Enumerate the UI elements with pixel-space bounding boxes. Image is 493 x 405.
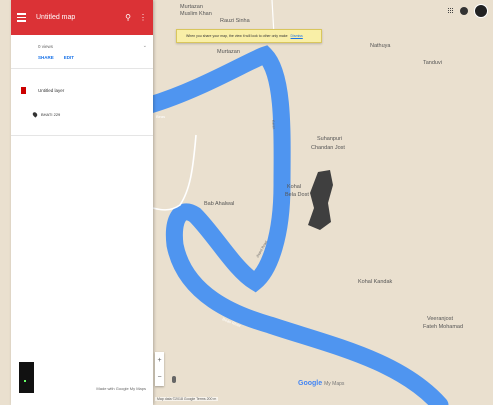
zoom-in-button[interactable]: + — [157, 357, 161, 364]
view-count: 0 views ⌄ — [11, 35, 153, 49]
layer-row[interactable]: Untitled layer — [11, 69, 153, 94]
label-suhanpuri: Suhanpuri — [317, 136, 342, 142]
credit-text[interactable]: Made with Google My Maps — [96, 386, 146, 391]
zoom-control: + − — [155, 352, 164, 386]
side-panel: Untitled map ⚲ ⋮ 0 views ⌄ SHARE EDIT Un… — [11, 0, 153, 405]
share-notice: When you share your map, the view it wil… — [176, 29, 322, 43]
google-logo: Google My Maps — [298, 380, 344, 387]
more-vert-icon[interactable]: ⋮ — [139, 13, 147, 22]
panel-actions: SHARE EDIT — [11, 49, 153, 60]
label-kohal-kandak: Kohal Kandak — [358, 279, 392, 285]
label-tanduvi: Tanduvi — [423, 60, 442, 66]
label-bela-dost: Bela Dost — [285, 192, 309, 198]
panel-header: Untitled map ⚲ ⋮ — [11, 0, 153, 35]
notice-text: When you share your map, the view it wil… — [186, 34, 288, 38]
layer-title[interactable]: Untitled layer — [38, 88, 64, 93]
chevron-down-icon[interactable]: ⌄ — [143, 43, 147, 49]
label-murtazan-top: Murtazan — [180, 4, 203, 10]
bell-icon[interactable] — [460, 7, 468, 15]
pegman-icon[interactable] — [172, 376, 176, 383]
place-item[interactable]: BHATI 229 — [11, 94, 153, 118]
my-maps-text: My Maps — [324, 381, 345, 387]
top-right-controls — [448, 4, 488, 18]
hamburger-icon[interactable] — [17, 13, 26, 22]
label-rauzi-sinha: Rauzi Sinha — [220, 18, 251, 24]
map-title[interactable]: Untitled map — [36, 14, 117, 21]
label-river-left: Beas — [156, 114, 165, 119]
label-veeranjost: Veeranjost — [427, 316, 453, 322]
label-kohal: Kohal — [287, 184, 301, 190]
label-murtazan-mid: Murtazan — [217, 49, 240, 55]
views-text: 0 views — [38, 44, 54, 49]
divider — [11, 135, 153, 136]
place-label[interactable]: BHATI 229 — [41, 112, 60, 117]
apps-grid-icon[interactable] — [448, 8, 454, 14]
label-road-left: Karan — [271, 120, 276, 130]
layer-checkbox[interactable] — [21, 87, 26, 94]
label-fateh-mohamad: Fateh Mohamad — [423, 324, 463, 330]
label-bab-ahalwal: Bab Ahalwal — [204, 201, 234, 207]
avatar[interactable] — [474, 4, 488, 18]
logo-text: Google — [298, 380, 323, 387]
zoom-out-button[interactable]: − — [157, 374, 161, 381]
pin-icon — [31, 111, 39, 118]
map-attribution[interactable]: Map data ©2018 Google Terms 200 m — [155, 397, 219, 401]
edit-button[interactable]: EDIT — [64, 55, 74, 60]
label-muslim-khan: Muslim Khan — [180, 11, 212, 17]
search-icon[interactable]: ⚲ — [125, 13, 131, 22]
label-chandan-jost: Chandan Jost — [311, 145, 345, 151]
dismiss-link[interactable]: Dismiss — [291, 34, 303, 38]
map-thumbnail — [19, 362, 34, 393]
share-button[interactable]: SHARE — [38, 55, 54, 60]
label-nathuya: Nathuya — [370, 43, 391, 49]
